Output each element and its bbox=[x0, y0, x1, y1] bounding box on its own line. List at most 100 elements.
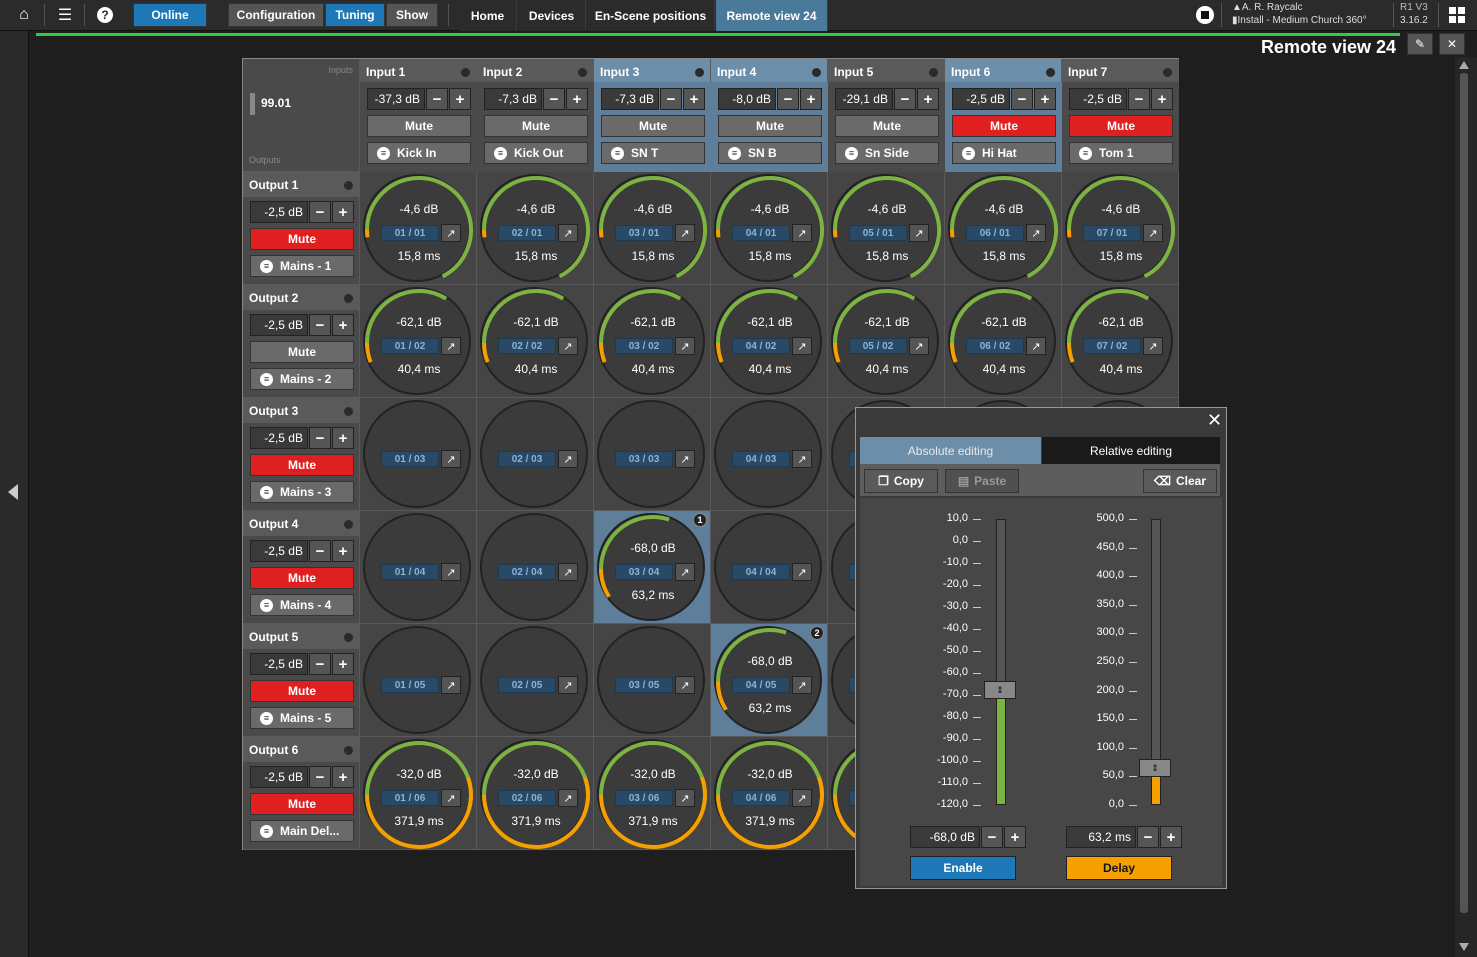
expand-arrow-icon[interactable]: ↗ bbox=[441, 789, 461, 807]
delay-value-field[interactable]: 63,2 ms bbox=[1066, 826, 1136, 848]
crosspoint-knob[interactable]: -62,1 dB 04 / 02 ↗ 40,4 ms bbox=[714, 287, 822, 395]
crosspoint-knob[interactable]: 04 / 03 ↗ bbox=[714, 400, 822, 508]
input-channel-button[interactable]: ≡ Sn Side bbox=[835, 142, 939, 164]
crosspoint-cell[interactable]: -4,6 dB 05 / 01 ↗ 15,8 ms bbox=[828, 172, 945, 285]
crosspoint-knob[interactable]: 01 / 04 ↗ bbox=[363, 513, 471, 621]
output-mute-button[interactable]: Mute bbox=[250, 454, 354, 476]
crosspoint-cell[interactable]: -62,1 dB 05 / 02 ↗ 40,4 ms bbox=[828, 285, 945, 398]
scroll-up-icon[interactable] bbox=[1459, 61, 1469, 69]
crosspoint-knob[interactable]: 01 / 05 ↗ bbox=[363, 626, 471, 734]
output-channel-button[interactable]: ≡ Mains - 2 bbox=[250, 368, 354, 390]
expand-arrow-icon[interactable]: ↗ bbox=[675, 789, 695, 807]
tab-relative-editing[interactable]: Relative editing bbox=[1042, 437, 1220, 464]
crosspoint-knob[interactable]: -62,1 dB 01 / 02 ↗ 40,4 ms bbox=[363, 287, 471, 395]
online-button[interactable]: Online bbox=[133, 3, 207, 27]
close-popup-icon[interactable]: ✕ bbox=[1207, 410, 1222, 431]
output-gain-minus-button[interactable]: − bbox=[309, 314, 331, 336]
crosspoint-cell[interactable]: -4,6 dB 02 / 01 ↗ 15,8 ms bbox=[477, 172, 594, 285]
expand-arrow-icon[interactable]: ↗ bbox=[675, 224, 695, 242]
input-gain-minus-button[interactable]: − bbox=[1011, 88, 1033, 110]
expand-arrow-icon[interactable]: ↗ bbox=[675, 563, 695, 581]
crosspoint-knob[interactable]: -32,0 dB 01 / 06 ↗ 371,9 ms bbox=[363, 739, 473, 849]
expand-arrow-icon[interactable]: ↗ bbox=[792, 337, 812, 355]
crosspoint-cell[interactable]: -62,1 dB 01 / 02 ↗ 40,4 ms bbox=[360, 285, 477, 398]
crosspoint-cell[interactable]: -32,0 dB 02 / 06 ↗ 371,9 ms bbox=[477, 737, 594, 850]
input-gain-plus-button[interactable]: + bbox=[683, 88, 705, 110]
expand-arrow-icon[interactable]: ↗ bbox=[1026, 224, 1046, 242]
menu-icon[interactable]: ☰ bbox=[53, 4, 77, 26]
crosspoint-knob[interactable]: 01 / 03 ↗ bbox=[363, 400, 471, 508]
expand-arrow-icon[interactable]: ↗ bbox=[792, 676, 812, 694]
crosspoint-knob[interactable]: -62,1 dB 05 / 02 ↗ 40,4 ms bbox=[831, 287, 939, 395]
crosspoint-cell[interactable]: -32,0 dB 03 / 06 ↗ 371,9 ms bbox=[594, 737, 711, 850]
crosspoint-knob[interactable]: 03 / 03 ↗ bbox=[597, 400, 705, 508]
gain-plus-button[interactable]: + bbox=[1004, 826, 1026, 848]
input-gain-field[interactable]: -2,5 dB bbox=[1069, 88, 1127, 110]
crosspoint-cell[interactable]: -4,6 dB 03 / 01 ↗ 15,8 ms bbox=[594, 172, 711, 285]
crosspoint-knob[interactable]: -4,6 dB 05 / 01 ↗ 15,8 ms bbox=[831, 174, 941, 282]
output-channel-button[interactable]: ≡ Main Del... bbox=[250, 820, 354, 842]
output-mute-button[interactable]: Mute bbox=[250, 793, 354, 815]
input-channel-button[interactable]: ≡ Hi Hat bbox=[952, 142, 1056, 164]
input-channel-button[interactable]: ≡ Tom 1 bbox=[1069, 142, 1173, 164]
crosspoint-cell[interactable]: -62,1 dB 02 / 02 ↗ 40,4 ms bbox=[477, 285, 594, 398]
crosspoint-cell[interactable]: 01 / 04 ↗ bbox=[360, 511, 477, 624]
input-gain-minus-button[interactable]: − bbox=[777, 88, 799, 110]
expand-arrow-icon[interactable]: ↗ bbox=[558, 337, 578, 355]
crosspoint-cell[interactable]: -68,0 dB 04 / 05 ↗ 63,2 ms 2 bbox=[711, 624, 828, 737]
crosspoint-knob[interactable]: -4,6 dB 03 / 01 ↗ 15,8 ms bbox=[597, 174, 707, 282]
input-gain-plus-button[interactable]: + bbox=[800, 88, 822, 110]
input-mute-button[interactable]: Mute bbox=[718, 115, 822, 137]
expand-arrow-icon[interactable]: ↗ bbox=[675, 450, 695, 468]
crosspoint-knob[interactable]: 04 / 04 ↗ bbox=[714, 513, 822, 621]
grid-layout-icon[interactable] bbox=[1449, 7, 1465, 23]
input-mute-button[interactable]: Mute bbox=[1069, 115, 1173, 137]
input-gain-field[interactable]: -7,3 dB bbox=[601, 88, 659, 110]
output-gain-field[interactable]: -2,5 dB bbox=[250, 201, 308, 223]
crosspoint-knob[interactable]: -32,0 dB 04 / 06 ↗ 371,9 ms bbox=[714, 739, 824, 849]
output-mute-button[interactable]: Mute bbox=[250, 680, 354, 702]
crosspoint-knob[interactable]: -4,6 dB 02 / 01 ↗ 15,8 ms bbox=[480, 174, 590, 282]
crosspoint-cell[interactable]: -4,6 dB 04 / 01 ↗ 15,8 ms bbox=[711, 172, 828, 285]
input-gain-minus-button[interactable]: − bbox=[1128, 88, 1150, 110]
crosspoint-cell[interactable]: 03 / 05 ↗ bbox=[594, 624, 711, 737]
output-channel-button[interactable]: ≡ Mains - 4 bbox=[250, 594, 354, 616]
input-channel-button[interactable]: ≡ Kick Out bbox=[484, 142, 588, 164]
collapse-arrow-icon[interactable] bbox=[8, 484, 18, 500]
paste-button[interactable]: ▤ Paste bbox=[945, 469, 1019, 493]
delay-plus-button[interactable]: + bbox=[1160, 826, 1182, 848]
nav-devices[interactable]: Devices bbox=[518, 0, 586, 31]
copy-button[interactable]: ❐ Copy bbox=[864, 469, 938, 493]
output-gain-minus-button[interactable]: − bbox=[309, 201, 331, 223]
expand-arrow-icon[interactable]: ↗ bbox=[558, 789, 578, 807]
crosspoint-knob[interactable]: -4,6 dB 07 / 01 ↗ 15,8 ms bbox=[1065, 174, 1175, 282]
crosspoint-cell[interactable]: 02 / 04 ↗ bbox=[477, 511, 594, 624]
expand-arrow-icon[interactable]: ↗ bbox=[792, 789, 812, 807]
gain-value-field[interactable]: -68,0 dB bbox=[910, 826, 980, 848]
expand-arrow-icon[interactable]: ↗ bbox=[441, 450, 461, 468]
scroll-down-icon[interactable] bbox=[1459, 943, 1469, 951]
expand-arrow-icon[interactable]: ↗ bbox=[675, 676, 695, 694]
crosspoint-cell[interactable]: -68,0 dB 03 / 04 ↗ 63,2 ms 1 bbox=[594, 511, 711, 624]
expand-arrow-icon[interactable]: ↗ bbox=[675, 337, 695, 355]
expand-arrow-icon[interactable]: ↗ bbox=[441, 224, 461, 242]
expand-arrow-icon[interactable]: ↗ bbox=[1143, 224, 1163, 242]
scroll-thumb[interactable] bbox=[1460, 73, 1468, 913]
crosspoint-knob[interactable]: 02 / 04 ↗ bbox=[480, 513, 588, 621]
crosspoint-cell[interactable]: -4,6 dB 06 / 01 ↗ 15,8 ms bbox=[945, 172, 1062, 285]
input-channel-button[interactable]: ≡ SN T bbox=[601, 142, 705, 164]
crosspoint-knob[interactable]: -4,6 dB 04 / 01 ↗ 15,8 ms bbox=[714, 174, 824, 282]
crosspoint-knob[interactable]: 02 / 03 ↗ bbox=[480, 400, 588, 508]
output-gain-field[interactable]: -2,5 dB bbox=[250, 766, 308, 788]
input-mute-button[interactable]: Mute bbox=[835, 115, 939, 137]
output-mute-button[interactable]: Mute bbox=[250, 341, 354, 363]
expand-arrow-icon[interactable]: ↗ bbox=[792, 224, 812, 242]
crosspoint-knob[interactable]: -68,0 dB 03 / 04 ↗ 63,2 ms bbox=[597, 513, 705, 621]
expand-arrow-icon[interactable]: ↗ bbox=[792, 450, 812, 468]
gain-fader-thumb[interactable]: ⇕ bbox=[984, 681, 1016, 700]
output-gain-field[interactable]: -2,5 dB bbox=[250, 427, 308, 449]
input-gain-field[interactable]: -29,1 dB bbox=[835, 88, 893, 110]
output-gain-field[interactable]: -2,5 dB bbox=[250, 540, 308, 562]
crosspoint-cell[interactable]: 02 / 05 ↗ bbox=[477, 624, 594, 737]
input-gain-plus-button[interactable]: + bbox=[1034, 88, 1056, 110]
